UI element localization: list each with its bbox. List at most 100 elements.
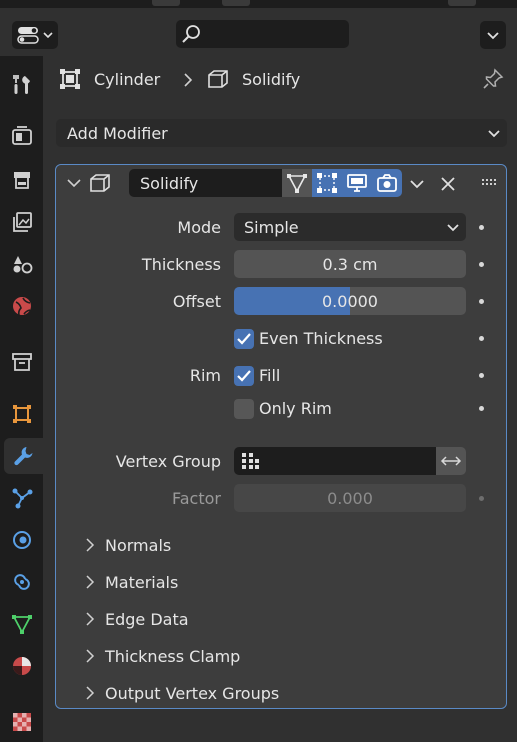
mesh-data-icon	[12, 615, 32, 634]
properties-header	[0, 8, 517, 56]
tab-object[interactable]	[4, 396, 40, 432]
subpanel-materials[interactable]: Materials	[84, 570, 178, 594]
object-icon	[60, 69, 80, 89]
output-icon	[14, 172, 30, 189]
modifier-name-input[interactable]: Solidify	[129, 169, 282, 197]
keyframe-dot[interactable]	[479, 496, 484, 501]
subpanel-thickness-clamp[interactable]: Thickness Clamp	[84, 644, 240, 668]
keyframe-dot[interactable]	[479, 336, 484, 341]
fill-label[interactable]: Fill	[259, 366, 280, 385]
vertex-group-field[interactable]	[234, 447, 436, 475]
invert-vertex-group-toggle[interactable]	[436, 447, 466, 475]
drag-handle-icon[interactable]	[480, 176, 498, 190]
only-rim-checkbox[interactable]	[234, 399, 254, 419]
tab-modifiers[interactable]	[4, 438, 43, 474]
subpanel-label: Normals	[105, 535, 172, 555]
tab-collection[interactable]	[4, 344, 40, 380]
invert-arrows-icon	[440, 456, 462, 466]
factor-field[interactable]: 0.000	[234, 484, 466, 512]
checkmark-icon	[237, 370, 251, 382]
subpanel-label: Edge Data	[105, 609, 189, 629]
tab-texture[interactable]	[4, 704, 40, 740]
breadcrumb-object: Cylinder	[58, 66, 160, 92]
scene-icon	[13, 256, 33, 274]
vertex-group-icon	[242, 453, 259, 469]
physics-icon	[13, 531, 31, 549]
chevron-right-icon	[184, 73, 193, 87]
chevron-down-icon[interactable]	[407, 174, 427, 194]
add-modifier-dropdown[interactable]: Add Modifier	[56, 119, 507, 147]
collapse-chevron-icon[interactable]	[65, 174, 83, 192]
solidify-modifier-icon	[90, 174, 110, 192]
tab-data[interactable]	[4, 606, 40, 642]
tab-scene[interactable]	[4, 246, 40, 282]
close-icon[interactable]	[438, 174, 458, 194]
chevron-down-icon	[487, 32, 499, 40]
on-cage-toggle[interactable]	[282, 169, 312, 197]
tab-output[interactable]	[4, 162, 40, 198]
edit-mode-toggle[interactable]	[312, 169, 342, 197]
strip-button[interactable]	[152, 0, 180, 6]
only-rim-label[interactable]: Only Rim	[259, 399, 332, 418]
pin-icon[interactable]	[481, 67, 505, 91]
offset-slider[interactable]: 0.0000	[234, 287, 466, 315]
rim-label: Rim	[189, 366, 221, 385]
edit-mode-icon	[317, 173, 337, 193]
camera-icon	[377, 174, 397, 192]
tab-material[interactable]	[4, 648, 40, 684]
tab-view-layer[interactable]	[4, 204, 40, 240]
editor-type-icon	[17, 27, 53, 44]
search-input[interactable]	[176, 20, 349, 48]
keyframe-dot[interactable]	[479, 373, 484, 378]
tool-icon	[13, 75, 30, 94]
keyframe-dot[interactable]	[479, 262, 484, 267]
editor-type-button[interactable]	[12, 21, 58, 49]
keyframe-dot[interactable]	[479, 406, 484, 411]
breadcrumb-object-label: Cylinder	[94, 69, 161, 89]
properties-tab-bar	[0, 56, 43, 742]
texture-icon	[13, 713, 31, 731]
solidify-modifier-icon	[208, 70, 228, 88]
tab-render[interactable]	[4, 118, 40, 154]
viewport-toggle[interactable]	[342, 169, 372, 197]
subpanel-label: Output Vertex Groups	[105, 683, 280, 703]
mode-dropdown[interactable]: Simple	[234, 213, 466, 241]
even-thickness-checkbox[interactable]	[234, 329, 254, 349]
factor-label: Factor	[172, 489, 221, 508]
keyframe-dot[interactable]	[479, 225, 484, 230]
breadcrumb-modifier-label: Solidify	[242, 69, 301, 89]
subpanel-edge-data[interactable]: Edge Data	[84, 607, 189, 631]
subpanel-label: Materials	[105, 572, 179, 592]
chevron-right-icon	[86, 575, 95, 589]
material-icon	[13, 657, 31, 675]
object-icon	[13, 405, 31, 423]
thickness-field[interactable]: 0.3 cm	[234, 250, 466, 278]
options-dropdown[interactable]	[480, 21, 506, 49]
fill-checkbox[interactable]	[234, 366, 254, 386]
breadcrumb-modifier: Solidify	[206, 66, 300, 92]
modifier-header: Solidify	[56, 165, 506, 201]
tab-tool[interactable]	[4, 66, 40, 102]
render-toggle[interactable]	[372, 169, 402, 197]
tab-world[interactable]	[4, 288, 40, 324]
top-strip	[0, 0, 517, 8]
chevron-down-icon	[447, 224, 459, 232]
subpanel-normals[interactable]: Normals	[84, 533, 171, 557]
chevron-right-icon	[86, 612, 95, 626]
subpanel-output-vertex-groups[interactable]: Output Vertex Groups	[84, 681, 279, 705]
chevron-down-icon	[488, 130, 500, 138]
even-thickness-label[interactable]: Even Thickness	[259, 329, 383, 348]
keyframe-dot[interactable]	[479, 299, 484, 304]
tab-constraints[interactable]	[4, 564, 40, 600]
world-icon	[13, 297, 31, 316]
checkmark-icon	[237, 333, 251, 345]
strip-button[interactable]	[448, 0, 476, 6]
tab-particles[interactable]	[4, 480, 40, 516]
modifier-body: Mode Simple Thickness 0.3 cm Offset 0.00…	[56, 201, 506, 708]
search-icon	[182, 25, 200, 43]
thickness-label: Thickness	[141, 255, 221, 274]
collection-icon	[12, 353, 32, 371]
solidify-modifier-panel: Solidify Mode Simple Thickness 0.3 cm Of…	[55, 164, 507, 709]
tab-physics[interactable]	[4, 522, 40, 558]
strip-button[interactable]	[222, 0, 250, 6]
